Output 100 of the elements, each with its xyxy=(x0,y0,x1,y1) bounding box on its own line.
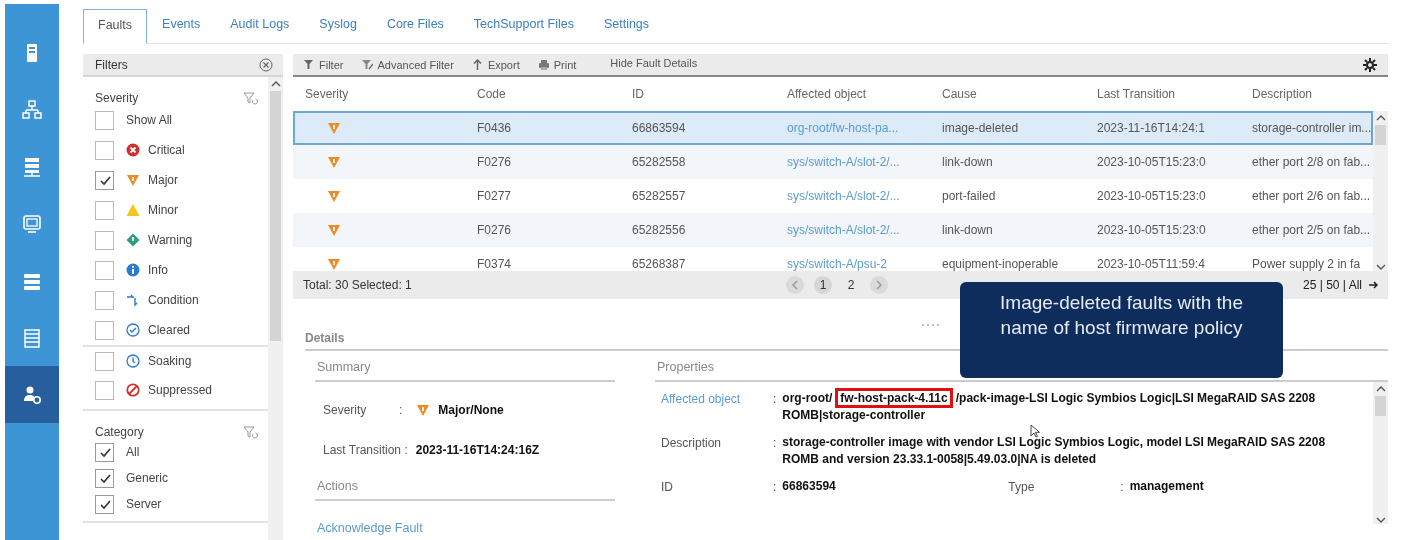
table-cell-text: 65282557 xyxy=(631,189,687,203)
checkbox[interactable] xyxy=(95,442,114,462)
field-value: org-root/ fw-host-pack-4.11c /pack-image-LSI Logic Symbios Logic|LSI MegaRAID SAS 2208 ROMB|storage-controller xyxy=(782,390,1333,424)
toolbar-button[interactable]: Print xyxy=(537,58,577,71)
toolbar-button[interactable]: Export xyxy=(471,58,520,71)
filter-reset-icon xyxy=(243,91,258,105)
tab[interactable]: Events xyxy=(147,8,216,43)
table-row[interactable]: F0276 65282556 sys/switch-A/slot-2/... link-down 2023-10-05T15:23:0 ether port 2/5 on fab... xyxy=(293,213,1373,247)
critical-icon xyxy=(126,143,140,157)
checkbox[interactable] xyxy=(95,380,114,400)
tab[interactable]: TechSupport Files xyxy=(458,8,589,43)
tab[interactable]: Faults xyxy=(83,9,148,44)
field-value: management xyxy=(1129,478,1205,495)
page-size-options[interactable]: 25 | 50 | All xyxy=(1303,278,1362,292)
column-header[interactable]: Last Transition xyxy=(1083,87,1238,101)
table-cell-text: ether port 2/6 on fab... xyxy=(1251,189,1371,203)
chevron-right-icon xyxy=(875,280,883,290)
checkbox[interactable] xyxy=(95,468,114,488)
table-cell-text: image-deleted xyxy=(941,121,1020,135)
table-cell-text: F0276 xyxy=(476,155,513,169)
colon: : xyxy=(773,480,777,494)
table-cell-text: 2023-10-05T15:23:0 xyxy=(1096,223,1207,237)
page-button[interactable]: 1 xyxy=(814,276,832,294)
checkbox[interactable] xyxy=(95,140,114,160)
tab[interactable]: Core Files xyxy=(371,8,459,43)
page-button[interactable]: 2 xyxy=(842,276,860,294)
field-link[interactable]: Affected object xyxy=(655,392,767,406)
filter-label: Cleared xyxy=(148,323,191,337)
scrollbar[interactable] xyxy=(1373,382,1388,524)
scroll-up-icon xyxy=(1375,114,1386,122)
printer-icon xyxy=(537,58,550,71)
filter-label: Critical xyxy=(148,143,185,157)
filter-label: Suppressed xyxy=(148,383,213,397)
table-cell-text: 65282556 xyxy=(631,223,687,237)
toolbar-button[interactable]: Advanced Filter xyxy=(361,58,454,71)
scrollbar-thumb[interactable] xyxy=(270,91,281,341)
table-cell-text: equipment-inoperable xyxy=(941,257,1060,271)
filter-label: Major xyxy=(148,173,178,187)
checkbox[interactable] xyxy=(95,351,114,371)
colon: : xyxy=(773,436,777,450)
tab[interactable]: Syslog xyxy=(304,8,372,43)
monitor-icon xyxy=(22,213,42,234)
scrollbar[interactable] xyxy=(1373,111,1388,271)
filter-label: Show All xyxy=(126,113,173,127)
table-row[interactable]: F0436 66863594 org-root/fw-host-pa... image-deleted 2023-11-16T14:24:1 storage-controller im... xyxy=(293,111,1373,145)
section-title: Actions xyxy=(315,470,615,501)
column-header[interactable]: Description xyxy=(1238,87,1373,101)
table-cell-text: ether port 2/8 on fab... xyxy=(1251,155,1371,169)
scrollbar[interactable] xyxy=(268,77,283,540)
object-link[interactable]: sys/switch-A/psu-2 xyxy=(773,257,928,271)
prohibited-icon xyxy=(126,383,140,397)
checkbox[interactable] xyxy=(95,110,114,130)
table-cell-text: F0276 xyxy=(476,223,513,237)
funnel-icon xyxy=(303,58,315,71)
column-header[interactable]: Severity xyxy=(305,87,463,101)
field-label: Description xyxy=(660,436,723,450)
tab[interactable]: Audit Logs xyxy=(215,8,305,43)
mouse-cursor-icon xyxy=(1030,424,1040,438)
checkbox[interactable] xyxy=(95,170,114,190)
checkbox[interactable] xyxy=(95,494,114,514)
filter-label: Generic xyxy=(126,471,169,485)
filter-label: Minor xyxy=(148,203,178,217)
action-link[interactable]: Acknowledge Fault xyxy=(315,501,615,535)
group-title: Category xyxy=(95,425,144,439)
previous-page-button[interactable] xyxy=(786,276,804,294)
checkbox[interactable] xyxy=(95,230,114,250)
sidebar-item[interactable] xyxy=(5,366,59,423)
warning-triangle-icon xyxy=(126,203,140,217)
scrollbar-thumb[interactable] xyxy=(1375,396,1386,416)
user-settings-icon xyxy=(22,384,42,405)
section-title: Summary xyxy=(315,351,615,382)
table-cell-text: port-failed xyxy=(941,189,997,203)
toolbar-button[interactable]: Filter xyxy=(303,58,344,71)
scrollbar-thumb[interactable] xyxy=(1375,125,1386,145)
checkbox[interactable] xyxy=(95,320,114,340)
field-value: storage-controller image with vendor LSI Logic Symbios Logic, model LSI MegaRAID SAS 2208 ROMB and version 23.33.1-0058|5.49.03.0|NA is deleted xyxy=(782,434,1327,468)
table-cell-text: link-down xyxy=(941,155,994,169)
next-page-button[interactable] xyxy=(870,276,888,294)
table-cell-text: 65282558 xyxy=(631,155,687,169)
checkbox[interactable] xyxy=(95,200,114,220)
resize-handle-icon xyxy=(921,323,940,327)
tab[interactable]: Settings xyxy=(588,8,665,43)
field-label: ID xyxy=(660,480,674,494)
toolbar-button[interactable]: Hide Fault Details xyxy=(610,56,698,69)
object-link[interactable]: sys/switch-A/slot-2/... xyxy=(773,189,928,203)
column-header[interactable]: Cause xyxy=(928,87,1083,101)
checkbox[interactable] xyxy=(95,290,114,310)
table-cell-text: link-down xyxy=(941,223,994,237)
clock-icon xyxy=(126,354,140,368)
column-header[interactable]: ID xyxy=(618,87,773,101)
major-icon xyxy=(327,189,341,203)
checkbox[interactable] xyxy=(95,260,114,280)
colon: : xyxy=(773,392,777,406)
callout-tooltip: Image-deleted faults with the name of host firmware policy xyxy=(960,282,1283,378)
column-header[interactable]: Code xyxy=(463,87,618,101)
table-row[interactable]: F0276 65282558 sys/switch-A/slot-2/... link-down 2023-10-05T15:23:0 ether port 2/8 on fab... xyxy=(293,145,1373,179)
major-icon xyxy=(126,173,140,187)
funnel-edit-icon xyxy=(361,58,374,71)
diamond-icon xyxy=(126,233,140,247)
column-header[interactable]: Affected object xyxy=(773,87,928,101)
